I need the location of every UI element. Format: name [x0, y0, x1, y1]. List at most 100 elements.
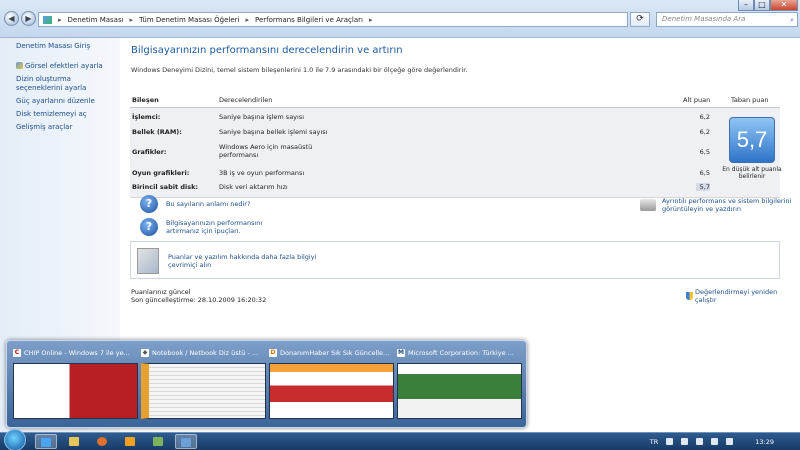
- sidebar-item-advanced-tools[interactable]: Gelişmiş araçlar: [16, 123, 116, 132]
- base-score-badge: 5,7: [729, 117, 775, 163]
- help-question-icon: ?: [140, 218, 158, 236]
- close-button[interactable]: ✕: [770, 0, 798, 11]
- shield-icon: [686, 292, 693, 300]
- component-label: Bellek (RAM):: [132, 128, 182, 136]
- subscore: 6,2: [699, 128, 710, 136]
- search-icon[interactable]: ⌕: [790, 14, 794, 27]
- thumbnail-preview: [269, 363, 394, 419]
- breadcrumb-separator-icon: ▸: [129, 15, 134, 24]
- breadcrumb-separator-icon: ▸: [368, 15, 373, 24]
- help-tips: ? Bilgisayarınızın performansını artırma…: [140, 218, 296, 236]
- image-icon: [153, 437, 163, 446]
- taskbar-media-button[interactable]: [119, 434, 141, 449]
- help-question-icon: ?: [140, 195, 158, 213]
- software-box-icon: [137, 248, 159, 274]
- shield-icon: [16, 62, 23, 69]
- thumbnail-item[interactable]: C CHIP Online - Windows 7 ile ye...: [13, 347, 138, 421]
- online-info-link[interactable]: Puanlar ve yazılım hakkında daha fazla b…: [168, 253, 338, 269]
- sidebar-item-visual-effects[interactable]: Görsel efektleri ayarla: [16, 62, 116, 71]
- rated-text: 3B iş ve oyun performansı: [219, 169, 305, 177]
- window-controls: – □ ✕: [738, 0, 798, 12]
- column-header: Alt puan: [683, 96, 711, 104]
- taskbar-photo-button[interactable]: [147, 434, 169, 449]
- internet-explorer-icon: [41, 438, 51, 447]
- dh-favicon-icon: D: [269, 349, 277, 357]
- subscore: 5,7: [696, 183, 710, 191]
- ms-favicon-icon: M: [397, 349, 405, 357]
- rated-text: Windows Aero için masaüstü performansı: [219, 143, 313, 159]
- system-tray: TR 13:29: [650, 433, 800, 450]
- network-icon[interactable]: [681, 438, 689, 445]
- refresh-icon[interactable]: ⟳: [630, 12, 650, 27]
- help-meaning: ? Bu sayıların anlamı nedir?: [140, 195, 250, 213]
- rated-text: Disk veri aktarım hızı: [219, 183, 288, 191]
- sidebar-item-disk-cleanup[interactable]: Disk temizlemeyi aç: [16, 110, 116, 119]
- info-box: Puanlar ve yazılım hakkında daha fazla b…: [130, 241, 780, 279]
- breadcrumb-separator-icon: ▸: [58, 15, 62, 24]
- print-details-link[interactable]: Ayrıntılı performans ve sistem bilgileri…: [662, 197, 800, 213]
- breadcrumb[interactable]: ▸ Denetim Masası ▸ Tüm Denetim Masası Öğ…: [38, 12, 628, 27]
- rerun-assessment[interactable]: Değerlendirmeyi yeniden çalıştır: [686, 288, 800, 304]
- thumbnail-preview: [141, 363, 266, 419]
- action-center-icon[interactable]: [696, 438, 704, 445]
- chip-favicon-icon: C: [13, 349, 21, 357]
- search-placeholder: Denetim Masasında Ara: [662, 15, 746, 23]
- breadcrumb-item[interactable]: Denetim Masası: [68, 16, 124, 24]
- sidebar-home-link[interactable]: Denetim Masası Giriş: [16, 42, 90, 50]
- component-label: İşlemci:: [132, 113, 161, 121]
- firefox-icon: [97, 437, 107, 446]
- sidebar-item-indexing[interactable]: Dizin oluşturma seçeneklerini ayarla: [16, 75, 116, 93]
- component-label: Grafikler:: [132, 148, 167, 156]
- rerun-link[interactable]: Değerlendirmeyi yeniden çalıştır: [695, 288, 800, 304]
- help-tips-link[interactable]: Bilgisayarınızın performansını artırmanı…: [166, 219, 296, 235]
- nav-buttons: ◀ ▶: [4, 11, 36, 26]
- maximize-button[interactable]: □: [754, 0, 770, 11]
- printer-icon: [640, 199, 656, 211]
- table-body: İşlemci: Saniye başına işlem sayısı 6,2 …: [130, 108, 782, 198]
- start-button-icon[interactable]: [4, 429, 26, 450]
- address-bar: – □ ✕ ◀ ▶ ▸ Denetim Masası ▸ Tüm Denetim…: [0, 0, 800, 38]
- back-arrow-icon[interactable]: ◀: [4, 11, 19, 26]
- taskbar: TR 13:29: [0, 429, 800, 450]
- folder-icon: [69, 437, 79, 446]
- breadcrumb-item[interactable]: Tüm Denetim Masası Öğeleri: [139, 16, 239, 24]
- control-panel-icon: [43, 15, 52, 24]
- rated-text: Saniye başına bellek işlemi sayısı: [219, 128, 328, 136]
- taskbar-ie-button[interactable]: [35, 434, 57, 449]
- battery-icon[interactable]: [711, 438, 719, 445]
- taskbar-explorer-button[interactable]: [63, 434, 85, 449]
- taskbar-thumbnail-popup: C CHIP Online - Windows 7 ile ye... ◆ Note…: [6, 340, 527, 428]
- breadcrumb-item[interactable]: Performans Bilgileri ve Araçları: [255, 16, 363, 24]
- minimize-button[interactable]: –: [738, 0, 754, 11]
- forward-arrow-icon[interactable]: ▶: [21, 11, 36, 26]
- tray-expand-icon[interactable]: [666, 438, 674, 445]
- subscore: 6,5: [699, 148, 710, 156]
- clock[interactable]: 13:29: [755, 438, 774, 446]
- thumbnail-item[interactable]: M Microsoft Corporation: Türkiye ...: [397, 347, 522, 421]
- language-indicator[interactable]: TR: [650, 438, 659, 446]
- help-meaning-link[interactable]: Bu sayıların anlamı nedir?: [166, 200, 250, 208]
- taskbar-firefox-button[interactable]: [91, 434, 113, 449]
- thumbnail-item[interactable]: ◆ Notebook / Netbook Diz üstü - ...: [141, 347, 266, 421]
- column-header: Derecelendirilen: [219, 96, 273, 104]
- print-details: Ayrıntılı performans ve sistem bilgileri…: [640, 197, 800, 213]
- subscore: 6,5: [699, 169, 710, 177]
- column-header: Bileşen: [132, 96, 159, 104]
- status-current: Puanlarınız güncel: [131, 288, 191, 296]
- column-header: Taban puan: [731, 96, 769, 104]
- thumbnail-preview: [397, 363, 522, 419]
- volume-icon[interactable]: [726, 438, 734, 445]
- subscore: 6,2: [699, 113, 710, 121]
- thumbnail-title: Microsoft Corporation: Türkiye ...: [408, 349, 514, 357]
- control-panel-icon: [181, 438, 191, 447]
- table-header: Bileşen Derecelendirilen Alt puan Taban …: [130, 92, 780, 108]
- rated-text: Saniye başına işlem sayısı: [219, 113, 305, 121]
- search-input[interactable]: Denetim Masasında Ara ⌕: [656, 12, 798, 27]
- thumbnail-title: Notebook / Netbook Diz üstü - ...: [152, 349, 259, 357]
- sidebar-list: Görsel efektleri ayarla Dizin oluşturma …: [16, 62, 116, 136]
- thumbnail-item[interactable]: D DonanımHaber Sık Sık Güncelle...: [269, 347, 394, 421]
- component-label: Birincil sabit disk:: [132, 183, 198, 191]
- sidebar-item-power[interactable]: Güç ayarlarını düzenle: [16, 97, 116, 106]
- status-last-update: Son güncelleştirme: 28.10.2009 16:20:32: [131, 296, 267, 304]
- taskbar-control-panel-button[interactable]: [175, 434, 197, 449]
